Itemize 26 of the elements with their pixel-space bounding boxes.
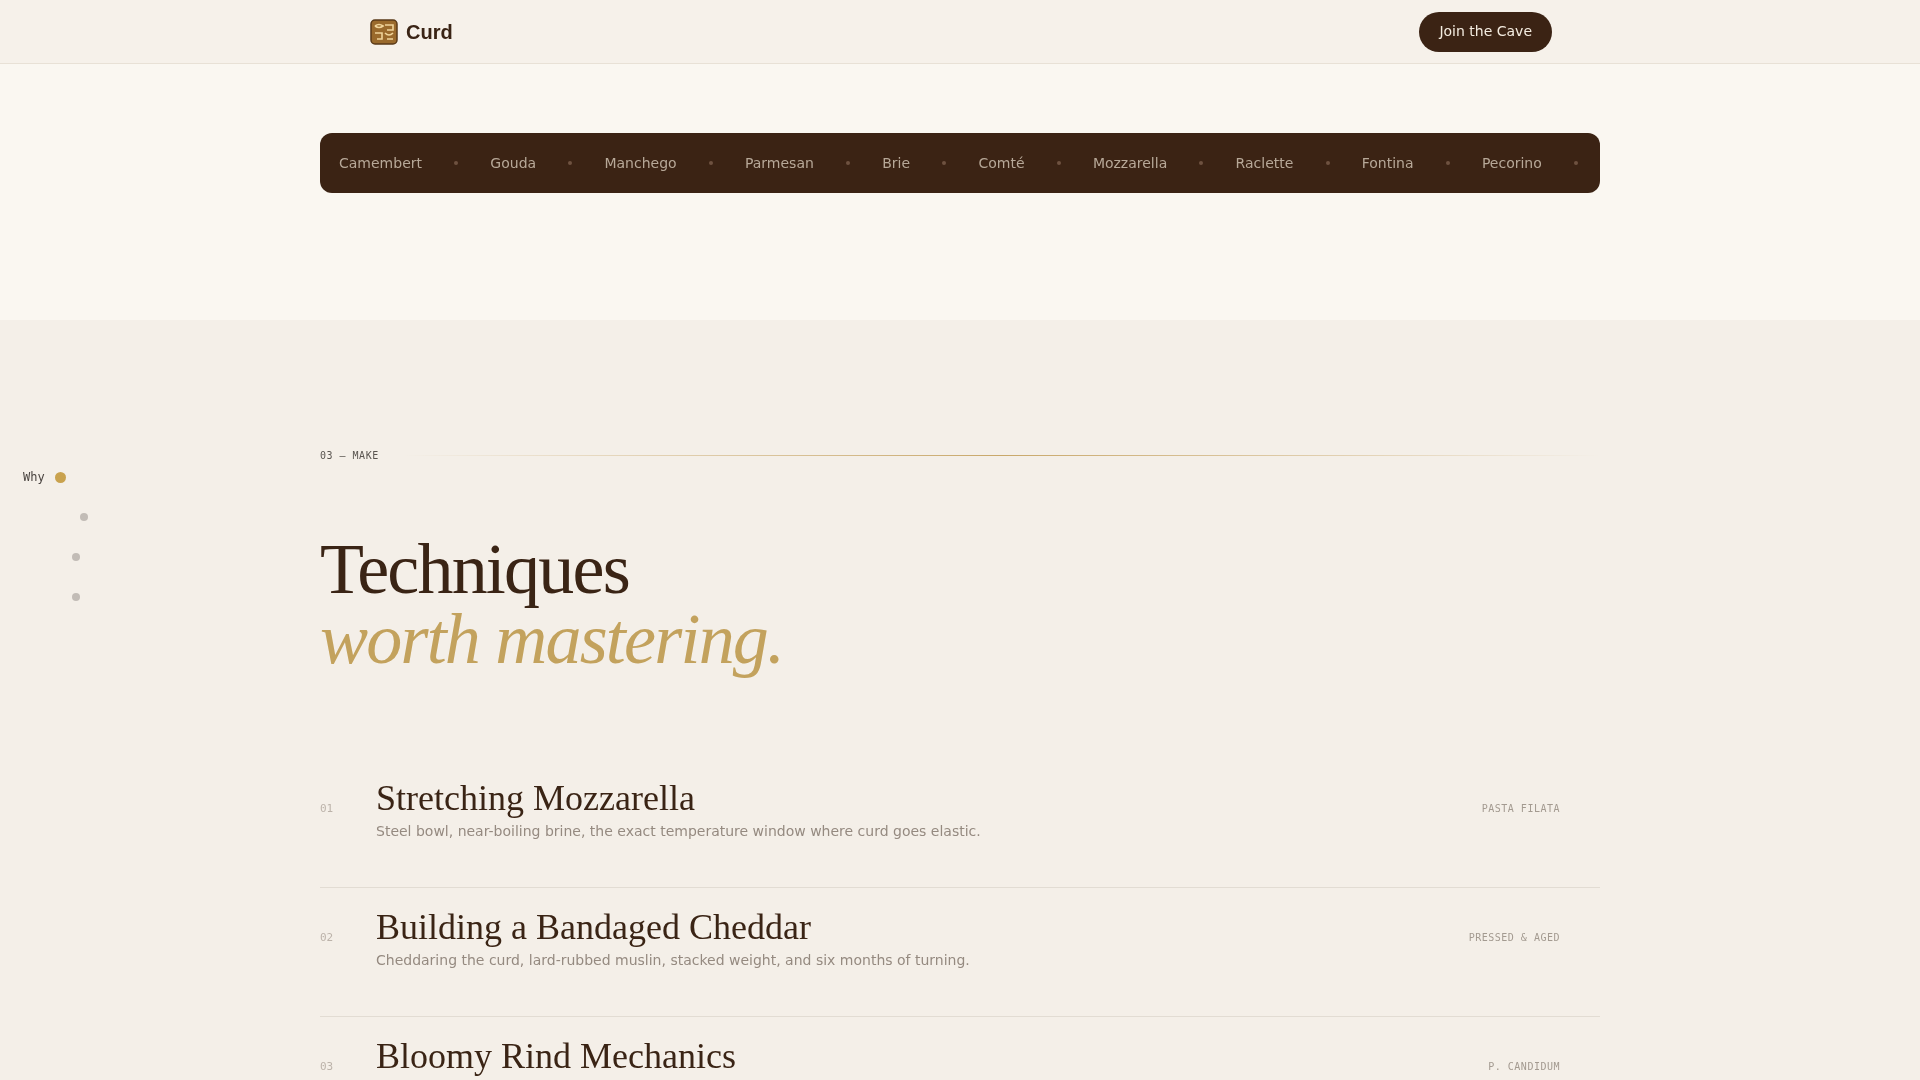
section-eyebrow: 03 — MAKE xyxy=(320,449,379,463)
ticker-item: Raclette xyxy=(1235,153,1294,173)
logo-icon xyxy=(370,18,398,45)
brand-name[interactable]: Curd xyxy=(406,16,453,47)
ticker-item: Camembert xyxy=(339,153,422,173)
ticker-item: Parmesan xyxy=(744,153,814,173)
join-button[interactable]: Join the Cave xyxy=(1419,11,1552,52)
technique-description: Cheddaring the curd, lard-rubbed muslin, stacked weight, and six months of turning. xyxy=(376,951,971,970)
ticker-item: Brie xyxy=(882,153,911,173)
row-number: 03 xyxy=(320,1059,335,1075)
ticker-item: Fontina xyxy=(1361,153,1414,173)
nav-label[interactable]: Why xyxy=(23,468,45,486)
technique-title[interactable]: Bloomy Rind Mechanics xyxy=(376,1037,1489,1075)
ticker-item: Mozzarella xyxy=(1092,153,1168,173)
ticker-item: Comté xyxy=(978,153,1025,173)
row-number: 01 xyxy=(320,801,335,817)
technique-tag: PRESSED & AGED xyxy=(1468,908,1560,945)
ticker-item: Pecorino xyxy=(1481,153,1542,173)
row-number: 02 xyxy=(320,930,335,946)
ticker-item: Gouda xyxy=(490,153,537,173)
technique-description: Steel bowl, near-boiling brine, the exact temperature window where curd goes elastic. xyxy=(376,822,982,841)
technique-tag: PASTA FILATA xyxy=(1481,779,1560,816)
technique-tag: P. CANDIDUM xyxy=(1488,1037,1560,1074)
ticker-item: Manchego xyxy=(604,153,677,173)
technique-title[interactable]: Stretching Mozzarella xyxy=(376,779,1482,817)
technique-title[interactable]: Building a Bandaged Cheddar xyxy=(376,908,1469,946)
